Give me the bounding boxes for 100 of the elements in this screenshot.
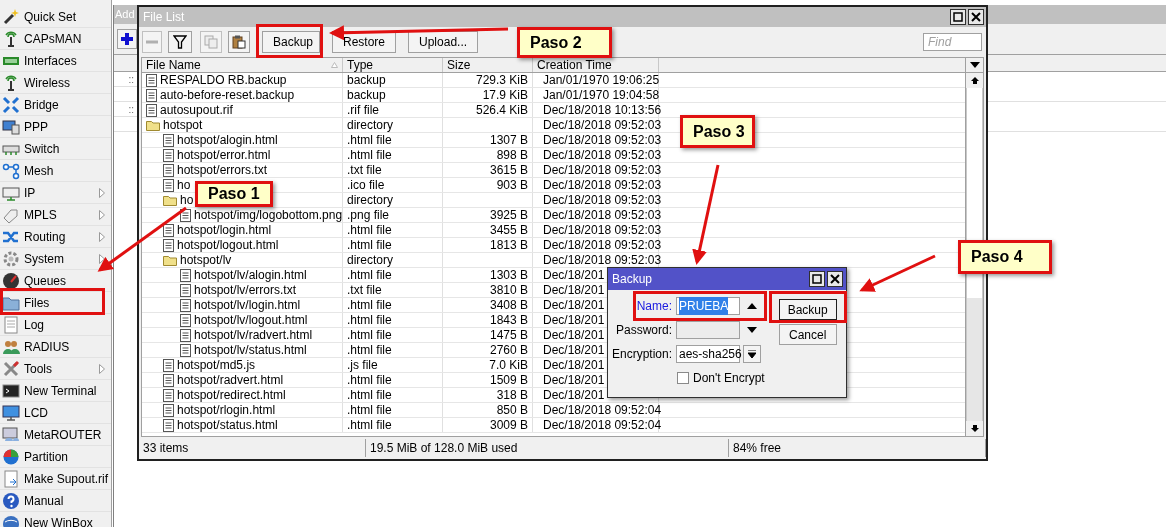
status-text: 84% free [733, 441, 782, 455]
cancel-button[interactable]: Cancel [778, 324, 837, 345]
file-name: hotspot [163, 118, 203, 132]
menu-item[interactable]: Queues [0, 270, 111, 292]
creation-time: Dec/18/201 [543, 268, 605, 282]
file-type: backup [347, 73, 386, 87]
copy-icon [204, 35, 218, 49]
filter-button[interactable] [168, 31, 192, 53]
menu-item[interactable]: Routing [0, 226, 111, 248]
menu-item[interactable]: Manual [0, 490, 111, 512]
menu-item[interactable]: Files [0, 292, 111, 314]
menu-item[interactable]: New Terminal [0, 380, 111, 402]
document-icon [146, 73, 157, 87]
gear-icon [2, 249, 20, 268]
creation-time: Dec/18/2018 09:52:03 [543, 163, 662, 177]
file-size: 1307 B [489, 133, 528, 147]
column-header-label: File Name [146, 58, 201, 72]
add-button[interactable] [117, 29, 137, 49]
maximize-button[interactable] [950, 9, 966, 25]
close-button[interactable] [968, 9, 984, 25]
file-name: RESPALDO RB.backup [160, 73, 287, 87]
file-size: 1475 B [489, 328, 528, 342]
file-type: .html file [347, 223, 392, 237]
dropdown-button[interactable] [743, 345, 761, 363]
file-size: 318 B [496, 388, 528, 402]
menu-item[interactable]: Log [0, 314, 111, 336]
file-type: .html file [347, 328, 392, 342]
monitor-icon [2, 403, 20, 422]
file-name: hotspot/logout.html [177, 238, 279, 252]
creation-time: Jan/01/1970 19:04:58 [543, 88, 660, 102]
menu-item[interactable]: MetaROUTER [0, 424, 111, 446]
maximize-button[interactable] [809, 271, 825, 287]
creation-time: Dec/18/2018 09:52:03 [543, 238, 662, 252]
file-type: .html file [347, 373, 392, 387]
search-field[interactable]: Find [923, 33, 982, 51]
paste-button[interactable] [228, 31, 250, 53]
column-header-label: Size [447, 58, 471, 72]
column-header[interactable]: Type [343, 58, 443, 72]
gauge-icon [2, 271, 20, 290]
file-name: hotspot/status.html [177, 418, 278, 432]
menu-item[interactable]: Bridge [0, 94, 111, 116]
document-icon [163, 133, 174, 147]
checkbox[interactable] [677, 372, 689, 384]
file-size: 1813 B [489, 238, 528, 252]
file-name: hotspot/radvert.html [177, 373, 284, 387]
folder-icon [163, 254, 177, 266]
window-title: File List [143, 9, 185, 26]
document-icon [146, 88, 157, 102]
file-size: 898 B [496, 148, 528, 162]
document-icon [163, 163, 174, 177]
creation-time: Dec/18/2018 09:52:03 [543, 118, 662, 132]
column-header[interactable]: File Name [142, 58, 343, 72]
input-field[interactable]: PRUEBA [676, 297, 740, 315]
file-size: 1843 B [489, 313, 528, 327]
file-type: directory [347, 253, 393, 267]
document-icon [163, 403, 174, 417]
menu-item[interactable]: System [0, 248, 111, 270]
menu-item[interactable]: New WinBox [0, 512, 111, 527]
close-button[interactable] [827, 271, 843, 287]
menu-item[interactable]: Quick Set [0, 6, 111, 28]
creation-time: Dec/18/201 [543, 328, 605, 342]
creation-time: Dec/18/2018 09:52:04 [543, 418, 662, 432]
menu-item[interactable]: LCD [0, 402, 111, 424]
menu-item[interactable]: Wireless [0, 72, 111, 94]
menu-item[interactable]: Switch [0, 138, 111, 160]
menu-item[interactable]: Make Supout.rif [0, 468, 111, 490]
menu-item[interactable]: Partition [0, 446, 111, 468]
file-type: .html file [347, 403, 392, 417]
menu-item[interactable]: IP [0, 182, 111, 204]
file-size: 17.9 KiB [482, 88, 528, 102]
backup-button[interactable]: Backup [262, 31, 320, 53]
file-type: .html file [347, 238, 392, 252]
file-type: .html file [347, 418, 392, 432]
nodes-icon [2, 161, 20, 180]
backup-button[interactable]: Backup [778, 299, 837, 320]
creation-time: Dec/18/201 [543, 343, 605, 357]
document-icon [180, 343, 191, 357]
menu-item[interactable]: Tools [0, 358, 111, 380]
column-header-label: Creation Time [537, 58, 612, 72]
menu-item[interactable]: RADIUS [0, 336, 111, 358]
creation-time: Jan/01/1970 19:06:25 [543, 73, 660, 87]
globe-icon [2, 513, 20, 527]
creation-time: Dec/18/2018 09:52:03 [543, 253, 662, 267]
menu-item[interactable]: PPP [0, 116, 111, 138]
maximize-icon [953, 12, 963, 22]
callout-label: Paso 1 [195, 181, 273, 207]
menu-item[interactable]: Mesh [0, 160, 111, 182]
toolbar-button[interactable]: Upload... [408, 31, 479, 53]
menu-item[interactable]: MPLS [0, 204, 111, 226]
row-marker: :: [128, 104, 134, 115]
document-icon [180, 268, 191, 282]
menu-item[interactable]: Interfaces [0, 50, 111, 72]
callout-label: Paso 4 [958, 240, 1052, 274]
file-name: hotspot/lv [180, 253, 232, 267]
terminal-icon [2, 381, 20, 400]
clipboard-icon [232, 35, 246, 49]
file-type: backup [347, 88, 386, 102]
dropdown[interactable]: aes-sha256 [676, 345, 740, 363]
menu-item[interactable]: CAPsMAN [0, 28, 111, 50]
file-size: 3615 B [489, 163, 528, 177]
